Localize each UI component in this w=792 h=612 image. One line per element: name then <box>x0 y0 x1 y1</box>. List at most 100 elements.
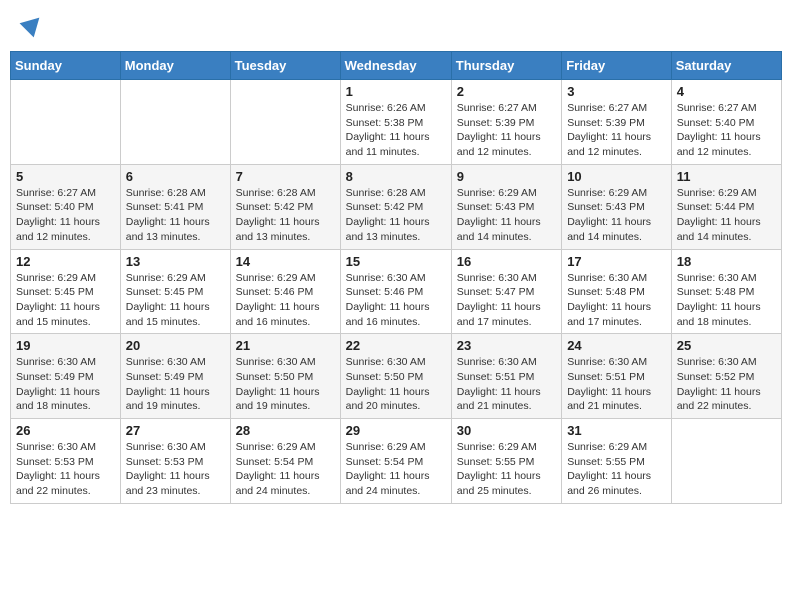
day-info: Sunrise: 6:30 AM Sunset: 5:53 PM Dayligh… <box>126 440 225 499</box>
calendar-cell: 22 Sunrise: 6:30 AM Sunset: 5:50 PM Dayli… <box>340 334 451 419</box>
calendar-cell: 12 Sunrise: 6:29 AM Sunset: 5:45 PM Dayli… <box>11 249 121 334</box>
calendar-cell: 19 Sunrise: 6:30 AM Sunset: 5:49 PM Dayli… <box>11 334 121 419</box>
day-info: Sunrise: 6:30 AM Sunset: 5:49 PM Dayligh… <box>16 355 115 414</box>
day-info: Sunrise: 6:27 AM Sunset: 5:39 PM Dayligh… <box>567 101 666 160</box>
calendar-cell: 13 Sunrise: 6:29 AM Sunset: 5:45 PM Dayli… <box>120 249 230 334</box>
day-info: Sunrise: 6:29 AM Sunset: 5:43 PM Dayligh… <box>457 186 556 245</box>
day-number: 16 <box>457 254 556 269</box>
day-number: 24 <box>567 338 666 353</box>
weekday-header-wednesday: Wednesday <box>340 52 451 80</box>
calendar-cell: 16 Sunrise: 6:30 AM Sunset: 5:47 PM Dayli… <box>451 249 561 334</box>
day-info: Sunrise: 6:30 AM Sunset: 5:50 PM Dayligh… <box>346 355 446 414</box>
logo <box>20 15 43 36</box>
day-number: 19 <box>16 338 115 353</box>
day-info: Sunrise: 6:30 AM Sunset: 5:50 PM Dayligh… <box>236 355 335 414</box>
calendar-cell <box>120 80 230 165</box>
calendar-cell: 7Sunrise: 6:28 AM Sunset: 5:42 PM Daylig… <box>230 164 340 249</box>
day-number: 28 <box>236 423 335 438</box>
day-info: Sunrise: 6:28 AM Sunset: 5:42 PM Dayligh… <box>346 186 446 245</box>
calendar-cell: 14 Sunrise: 6:29 AM Sunset: 5:46 PM Dayli… <box>230 249 340 334</box>
calendar-week-row: 1 Sunrise: 6:26 AM Sunset: 5:38 PM Daylig… <box>11 80 782 165</box>
day-info: Sunrise: 6:29 AM Sunset: 5:54 PM Dayligh… <box>236 440 335 499</box>
day-number: 12 <box>16 254 115 269</box>
weekday-header-tuesday: Tuesday <box>230 52 340 80</box>
day-number: 18 <box>677 254 776 269</box>
day-info: Sunrise: 6:30 AM Sunset: 5:52 PM Dayligh… <box>677 355 776 414</box>
weekday-header-saturday: Saturday <box>671 52 781 80</box>
weekday-header-sunday: Sunday <box>11 52 121 80</box>
day-number: 2 <box>457 84 556 99</box>
calendar-cell: 9 Sunrise: 6:29 AM Sunset: 5:43 PM Daylig… <box>451 164 561 249</box>
day-number: 10 <box>567 169 666 184</box>
day-info: Sunrise: 6:30 AM Sunset: 5:48 PM Dayligh… <box>677 271 776 330</box>
day-info: Sunrise: 6:27 AM Sunset: 5:40 PM Dayligh… <box>16 186 115 245</box>
calendar-week-row: 19 Sunrise: 6:30 AM Sunset: 5:49 PM Dayli… <box>11 334 782 419</box>
calendar-cell <box>671 419 781 504</box>
day-number: 14 <box>236 254 335 269</box>
calendar-cell: 11 Sunrise: 6:29 AM Sunset: 5:44 PM Dayli… <box>671 164 781 249</box>
day-info: Sunrise: 6:29 AM Sunset: 5:54 PM Dayligh… <box>346 440 446 499</box>
calendar-cell: 8 Sunrise: 6:28 AM Sunset: 5:42 PM Daylig… <box>340 164 451 249</box>
calendar-cell: 6 Sunrise: 6:28 AM Sunset: 5:41 PM Daylig… <box>120 164 230 249</box>
day-info: Sunrise: 6:28 AM Sunset: 5:42 PM Dayligh… <box>236 186 335 245</box>
day-info: Sunrise: 6:30 AM Sunset: 5:48 PM Dayligh… <box>567 271 666 330</box>
weekday-header-row: SundayMondayTuesdayWednesdayThursdayFrid… <box>11 52 782 80</box>
calendar-cell: 25 Sunrise: 6:30 AM Sunset: 5:52 PM Dayli… <box>671 334 781 419</box>
calendar-cell: 17 Sunrise: 6:30 AM Sunset: 5:48 PM Dayli… <box>562 249 672 334</box>
calendar-cell: 23 Sunrise: 6:30 AM Sunset: 5:51 PM Dayli… <box>451 334 561 419</box>
weekday-header-monday: Monday <box>120 52 230 80</box>
day-number: 1 <box>346 84 446 99</box>
day-number: 8 <box>346 169 446 184</box>
day-number: 29 <box>346 423 446 438</box>
day-number: 21 <box>236 338 335 353</box>
calendar-cell: 28 Sunrise: 6:29 AM Sunset: 5:54 PM Dayli… <box>230 419 340 504</box>
calendar-table: SundayMondayTuesdayWednesdayThursdayFrid… <box>10 51 782 504</box>
day-info: Sunrise: 6:29 AM Sunset: 5:43 PM Dayligh… <box>567 186 666 245</box>
day-info: Sunrise: 6:29 AM Sunset: 5:45 PM Dayligh… <box>126 271 225 330</box>
day-number: 3 <box>567 84 666 99</box>
day-number: 4 <box>677 84 776 99</box>
calendar-cell: 27 Sunrise: 6:30 AM Sunset: 5:53 PM Dayli… <box>120 419 230 504</box>
day-info: Sunrise: 6:29 AM Sunset: 5:44 PM Dayligh… <box>677 186 776 245</box>
day-info: Sunrise: 6:29 AM Sunset: 5:55 PM Dayligh… <box>567 440 666 499</box>
day-info: Sunrise: 6:30 AM Sunset: 5:47 PM Dayligh… <box>457 271 556 330</box>
day-info: Sunrise: 6:30 AM Sunset: 5:53 PM Dayligh… <box>16 440 115 499</box>
day-number: 27 <box>126 423 225 438</box>
day-number: 15 <box>346 254 446 269</box>
day-number: 17 <box>567 254 666 269</box>
day-info: Sunrise: 6:29 AM Sunset: 5:45 PM Dayligh… <box>16 271 115 330</box>
day-info: Sunrise: 6:29 AM Sunset: 5:55 PM Dayligh… <box>457 440 556 499</box>
calendar-week-row: 26 Sunrise: 6:30 AM Sunset: 5:53 PM Dayli… <box>11 419 782 504</box>
day-number: 23 <box>457 338 556 353</box>
day-number: 11 <box>677 169 776 184</box>
calendar-cell: 29 Sunrise: 6:29 AM Sunset: 5:54 PM Dayli… <box>340 419 451 504</box>
day-info: Sunrise: 6:28 AM Sunset: 5:41 PM Dayligh… <box>126 186 225 245</box>
calendar-cell: 1 Sunrise: 6:26 AM Sunset: 5:38 PM Daylig… <box>340 80 451 165</box>
calendar-cell: 26 Sunrise: 6:30 AM Sunset: 5:53 PM Dayli… <box>11 419 121 504</box>
calendar-week-row: 5Sunrise: 6:27 AM Sunset: 5:40 PM Daylig… <box>11 164 782 249</box>
page-header <box>10 10 782 41</box>
day-number: 13 <box>126 254 225 269</box>
day-number: 30 <box>457 423 556 438</box>
calendar-cell: 18 Sunrise: 6:30 AM Sunset: 5:48 PM Dayli… <box>671 249 781 334</box>
day-info: Sunrise: 6:29 AM Sunset: 5:46 PM Dayligh… <box>236 271 335 330</box>
day-number: 31 <box>567 423 666 438</box>
day-info: Sunrise: 6:30 AM Sunset: 5:51 PM Dayligh… <box>457 355 556 414</box>
day-number: 25 <box>677 338 776 353</box>
weekday-header-thursday: Thursday <box>451 52 561 80</box>
day-number: 22 <box>346 338 446 353</box>
day-number: 6 <box>126 169 225 184</box>
day-info: Sunrise: 6:26 AM Sunset: 5:38 PM Dayligh… <box>346 101 446 160</box>
calendar-cell: 15Sunrise: 6:30 AM Sunset: 5:46 PM Dayli… <box>340 249 451 334</box>
weekday-header-friday: Friday <box>562 52 672 80</box>
calendar-cell <box>230 80 340 165</box>
calendar-cell: 31 Sunrise: 6:29 AM Sunset: 5:55 PM Dayli… <box>562 419 672 504</box>
calendar-cell <box>11 80 121 165</box>
day-number: 9 <box>457 169 556 184</box>
day-info: Sunrise: 6:27 AM Sunset: 5:39 PM Dayligh… <box>457 101 556 160</box>
day-info: Sunrise: 6:30 AM Sunset: 5:51 PM Dayligh… <box>567 355 666 414</box>
calendar-cell: 3 Sunrise: 6:27 AM Sunset: 5:39 PM Daylig… <box>562 80 672 165</box>
day-number: 26 <box>16 423 115 438</box>
day-info: Sunrise: 6:27 AM Sunset: 5:40 PM Dayligh… <box>677 101 776 160</box>
calendar-cell: 2 Sunrise: 6:27 AM Sunset: 5:39 PM Daylig… <box>451 80 561 165</box>
